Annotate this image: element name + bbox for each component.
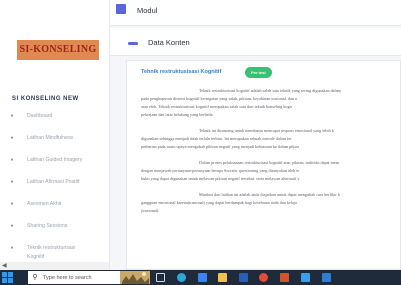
text-line: atau efek. Teknik restrukturisasi kognit…: [141, 104, 292, 109]
bullet-icon: ●: [10, 157, 14, 163]
sidebar-menu: ● Dashboard ● Latihan Mindfulness ● Lati…: [0, 108, 109, 268]
task-view-icon[interactable]: [156, 273, 165, 282]
sidebar-item-guided-imagery[interactable]: ● Latihan Guided Imagery: [0, 152, 109, 174]
search-highlight-image[interactable]: [120, 271, 150, 284]
sidebar-item-dashboard[interactable]: ● Dashboard: [0, 108, 109, 130]
sidebar-scrollbar[interactable]: ◀: [0, 262, 109, 270]
taskbar: ⚲ Type here to search: [0, 270, 401, 285]
paragraph: Teknik restrukturisasi kognitif adalah s…: [141, 87, 400, 119]
card-header: Tehnik restruktusisasi Kognitif Pre test: [127, 61, 400, 83]
search-icon: ⚲: [32, 274, 38, 281]
text-line: perhatian pada suatu upaya mengubah piki…: [141, 144, 299, 149]
windows-start-icon[interactable]: [2, 272, 13, 283]
sidebar-item-label: Latihan Guided Imagery: [27, 157, 83, 163]
page-title: Modul: [137, 6, 158, 15]
sidebar-brand: SI KONSELING NEW: [12, 96, 79, 102]
text-line: digunakan sehingga menjadi tidak terlalu…: [141, 136, 292, 141]
sidebar-item-label: Latihan Mindfulness: [27, 135, 74, 141]
sidebar-item-label: Sharing Sessions: [27, 223, 68, 229]
paragraph: Dalam proses pelaksanaan restrukturisasi…: [141, 159, 400, 183]
paragraph: Teknik ini dirancang untuk membantu menc…: [141, 127, 400, 151]
sidebar: SI-KONSELING SI KONSELING NEW ● Dashboar…: [0, 0, 110, 270]
text-line: Teknik ini dirancang untuk membantu menc…: [199, 128, 334, 133]
store-icon[interactable]: [198, 273, 207, 282]
dash-icon: [128, 42, 138, 45]
sidebar-item-label: Teknik restrukturisasi Kognitif: [27, 245, 76, 260]
text-line: dengan menjawab pertanyaan-pertanyaan be…: [141, 168, 300, 173]
app-window: SI-KONSELING SI KONSELING NEW ● Dashboar…: [0, 0, 401, 285]
sidebar-item-label: Dashboard: [27, 113, 53, 119]
bullet-icon: ●: [10, 245, 14, 251]
bullet-icon: ●: [10, 223, 14, 229]
sidebar-item-afirmasi-positif[interactable]: ● Latihan Afirmasi Positif: [0, 174, 109, 196]
mail-icon[interactable]: [301, 273, 310, 282]
text-line: bukti yang dapat digunakan untuk melawan…: [141, 176, 300, 181]
section-title: Data Konten: [148, 38, 190, 47]
powerpoint-icon[interactable]: [280, 273, 289, 282]
text-line: Manfaat dari latihan ini adalah anda dia…: [199, 192, 340, 197]
bullet-icon: ●: [10, 135, 14, 141]
bullet-icon: ●: [10, 201, 14, 207]
edge-icon[interactable]: [177, 273, 186, 282]
text-line: Teknik restrukturisasi kognitif adalah s…: [199, 88, 341, 93]
text-line: gangguan emosional karena(irasional) yan…: [141, 200, 297, 205]
taskbar-search-input[interactable]: ⚲ Type here to search: [28, 271, 120, 284]
scroll-left-icon[interactable]: ◀: [2, 262, 7, 270]
menu-toggle-icon[interactable]: [116, 4, 126, 14]
sidebar-item-mindfulness[interactable]: ● Latihan Mindfulness: [0, 130, 109, 152]
chrome-icon[interactable]: [259, 273, 268, 282]
content-card: Tehnik restruktusisasi Kognitif Pre test…: [126, 60, 401, 270]
text-line: pada penghapusan distorsi kognitif kerin…: [141, 96, 297, 101]
paragraph: Manfaat dari latihan ini adalah anda dia…: [141, 191, 400, 215]
home-icon: ●: [10, 113, 14, 119]
text-line: pekerjaan dan latar belakang yang berbed…: [141, 112, 214, 117]
section-header: Data Konten: [110, 28, 401, 56]
card-body: Teknik restrukturisasi kognitif adalah s…: [127, 87, 400, 215]
sidebar-item-asesmen-akhir[interactable]: ● Asesmen Akhir: [0, 196, 109, 218]
search-placeholder: Type here to search: [43, 274, 92, 281]
text-line: Dalam proses pelaksanaan restrukturisasi…: [199, 160, 340, 165]
sidebar-item-label: Asesmen Akhir: [27, 201, 62, 207]
logo[interactable]: SI-KONSELING: [17, 40, 99, 60]
bullet-icon: ●: [10, 179, 14, 185]
card-title: Tehnik restruktusisasi Kognitif: [141, 69, 222, 75]
pre-test-button[interactable]: Pre test: [245, 67, 272, 78]
photos-icon[interactable]: [322, 273, 331, 282]
topbar: Modul: [110, 0, 401, 26]
sidebar-item-sharing-sessions[interactable]: ● Sharing Sessions: [0, 218, 109, 240]
text-line: (irasional).: [141, 208, 160, 213]
word-icon[interactable]: [239, 273, 248, 282]
explorer-icon[interactable]: [218, 273, 227, 282]
sidebar-item-label: Latihan Afirmasi Positif: [27, 179, 80, 185]
